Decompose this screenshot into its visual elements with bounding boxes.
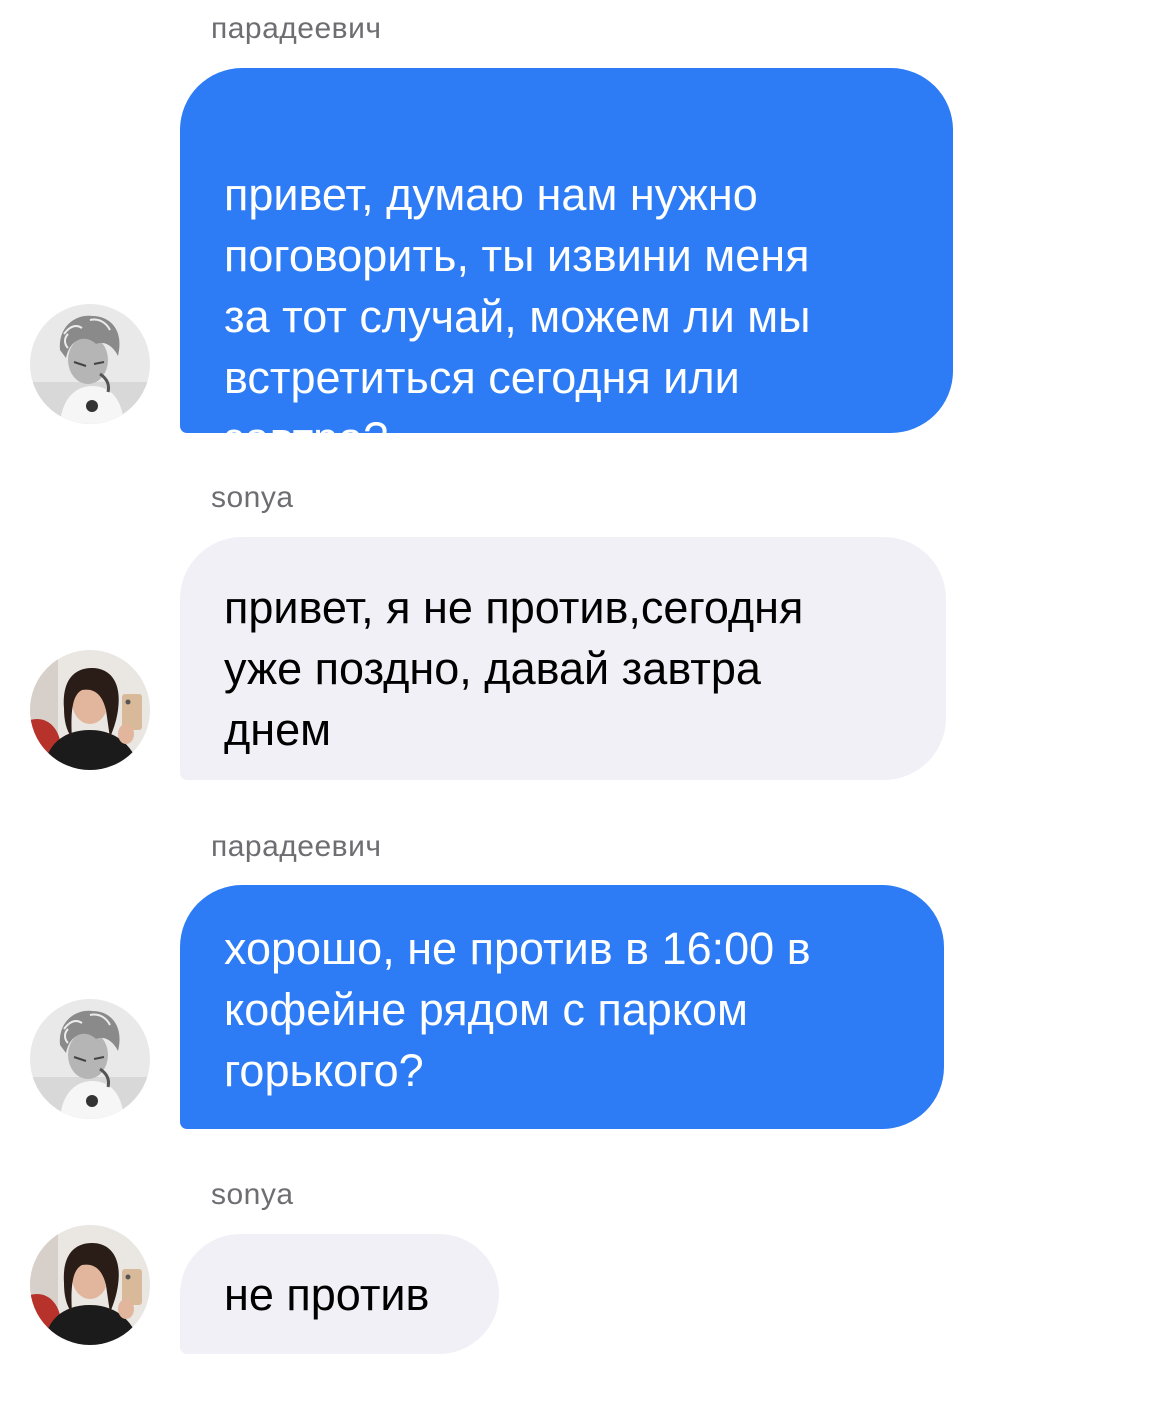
sender-name: sonya — [211, 1178, 294, 1211]
message-line: днем — [224, 704, 332, 755]
message-line: поговорить, ты извини меня — [224, 230, 810, 281]
avatar-photo-bw-icon — [30, 304, 150, 424]
avatar[interactable] — [30, 304, 150, 424]
message-line: привет, думаю нам нужно — [224, 169, 758, 220]
message-bubble-outgoing[interactable]: хорошо, не против в 16:00 в кофейне рядо… — [180, 885, 944, 1129]
message-bubble-incoming[interactable]: привет, я не против,сегодня уже поздно, … — [180, 537, 946, 780]
sender-name: sonya — [211, 481, 294, 514]
avatar[interactable] — [30, 999, 150, 1119]
message-line: уже поздно, давай завтра — [224, 643, 761, 694]
avatar-photo-bw-icon — [30, 999, 150, 1119]
message-line: привет, я не против,сегодня — [224, 582, 804, 633]
message-line: не против — [224, 1269, 430, 1320]
sender-name: парадеевич — [211, 830, 382, 863]
message-line: хорошо, не против в 16:00 в — [224, 923, 811, 974]
message-bubble-incoming[interactable]: не против — [180, 1234, 499, 1354]
message-line: завтра? — [224, 413, 389, 464]
avatar-photo-color-icon — [30, 650, 150, 770]
avatar-photo-color-icon — [30, 1225, 150, 1345]
sender-name: парадеевич — [211, 12, 382, 45]
message-line: за тот случай, можем ли мы — [224, 291, 811, 342]
avatar[interactable] — [30, 1225, 150, 1345]
avatar[interactable] — [30, 650, 150, 770]
message-line: встретиться сегодня или — [224, 352, 740, 403]
message-bubble-outgoing[interactable]: привет, думаю нам нужно поговорить, ты и… — [180, 68, 953, 464]
message-line: кофейне рядом с парком — [224, 984, 748, 1035]
message-line: горького? — [224, 1045, 424, 1096]
